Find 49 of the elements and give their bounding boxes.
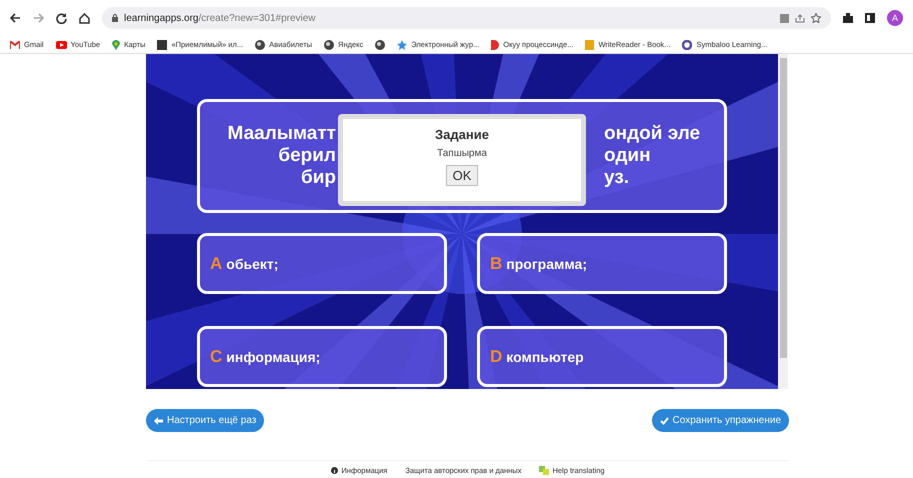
star-icon (397, 40, 408, 50)
share-icon[interactable] (795, 14, 805, 22)
ok-button[interactable]: OK (446, 165, 478, 186)
answer-text: обьект; (226, 256, 278, 272)
answer-text: информация; (226, 348, 320, 364)
answer-letter: D (490, 346, 502, 366)
ring-icon (682, 40, 692, 50)
star-icon[interactable] (811, 13, 821, 23)
dialog-message: Тапшырма (437, 148, 487, 159)
question-text: ондой эле (604, 123, 700, 145)
square-icon (157, 40, 168, 50)
answer-letter: A (210, 254, 222, 274)
answer-letter: C (210, 346, 222, 366)
globe-icon (324, 40, 334, 50)
lock-icon (112, 14, 118, 22)
address-bar[interactable]: learningapps.org/create?new=301#preview (102, 7, 831, 29)
globe-icon (255, 40, 266, 50)
answer-letter: B (490, 254, 502, 274)
mail-icon (10, 40, 20, 48)
play-icon (56, 40, 67, 48)
d-shape-icon (491, 40, 500, 50)
answer-text: программа; (506, 256, 587, 272)
scrollbar[interactable] (778, 54, 788, 389)
home-icon[interactable] (79, 12, 90, 24)
question-text: уз. (604, 167, 630, 189)
profile-avatar[interactable]: A (887, 10, 903, 26)
back-icon[interactable] (10, 13, 21, 23)
scrollbar-thumb[interactable] (780, 58, 786, 358)
url-host: learningapps.org (124, 12, 198, 24)
answer-card[interactable]: C информация; (197, 326, 447, 387)
reload-icon[interactable] (56, 12, 67, 24)
check-icon (660, 416, 669, 424)
globe-icon (375, 40, 386, 50)
arrow-left-icon (154, 416, 163, 424)
info-icon (331, 467, 338, 474)
dialog-title: Задание (435, 127, 489, 142)
question-text: один (604, 145, 651, 167)
save-button[interactable]: Сохранить упражнение (652, 409, 789, 432)
answer-card[interactable]: B программа; (477, 233, 727, 294)
answer-card[interactable]: D компьютер (477, 326, 727, 387)
back-button[interactable]: Настроить ещё раз (146, 409, 264, 432)
answer-card[interactable]: A обьект; (197, 233, 447, 294)
url-path: /create?new=301#preview (198, 12, 316, 24)
answer-text: компьютер (506, 348, 584, 364)
side-panel-icon[interactable] (865, 13, 875, 23)
question-text: берил (278, 145, 336, 167)
map-pin-icon (112, 40, 120, 50)
question-text: Маалыматт (228, 123, 336, 145)
question-text: бир (300, 167, 336, 189)
